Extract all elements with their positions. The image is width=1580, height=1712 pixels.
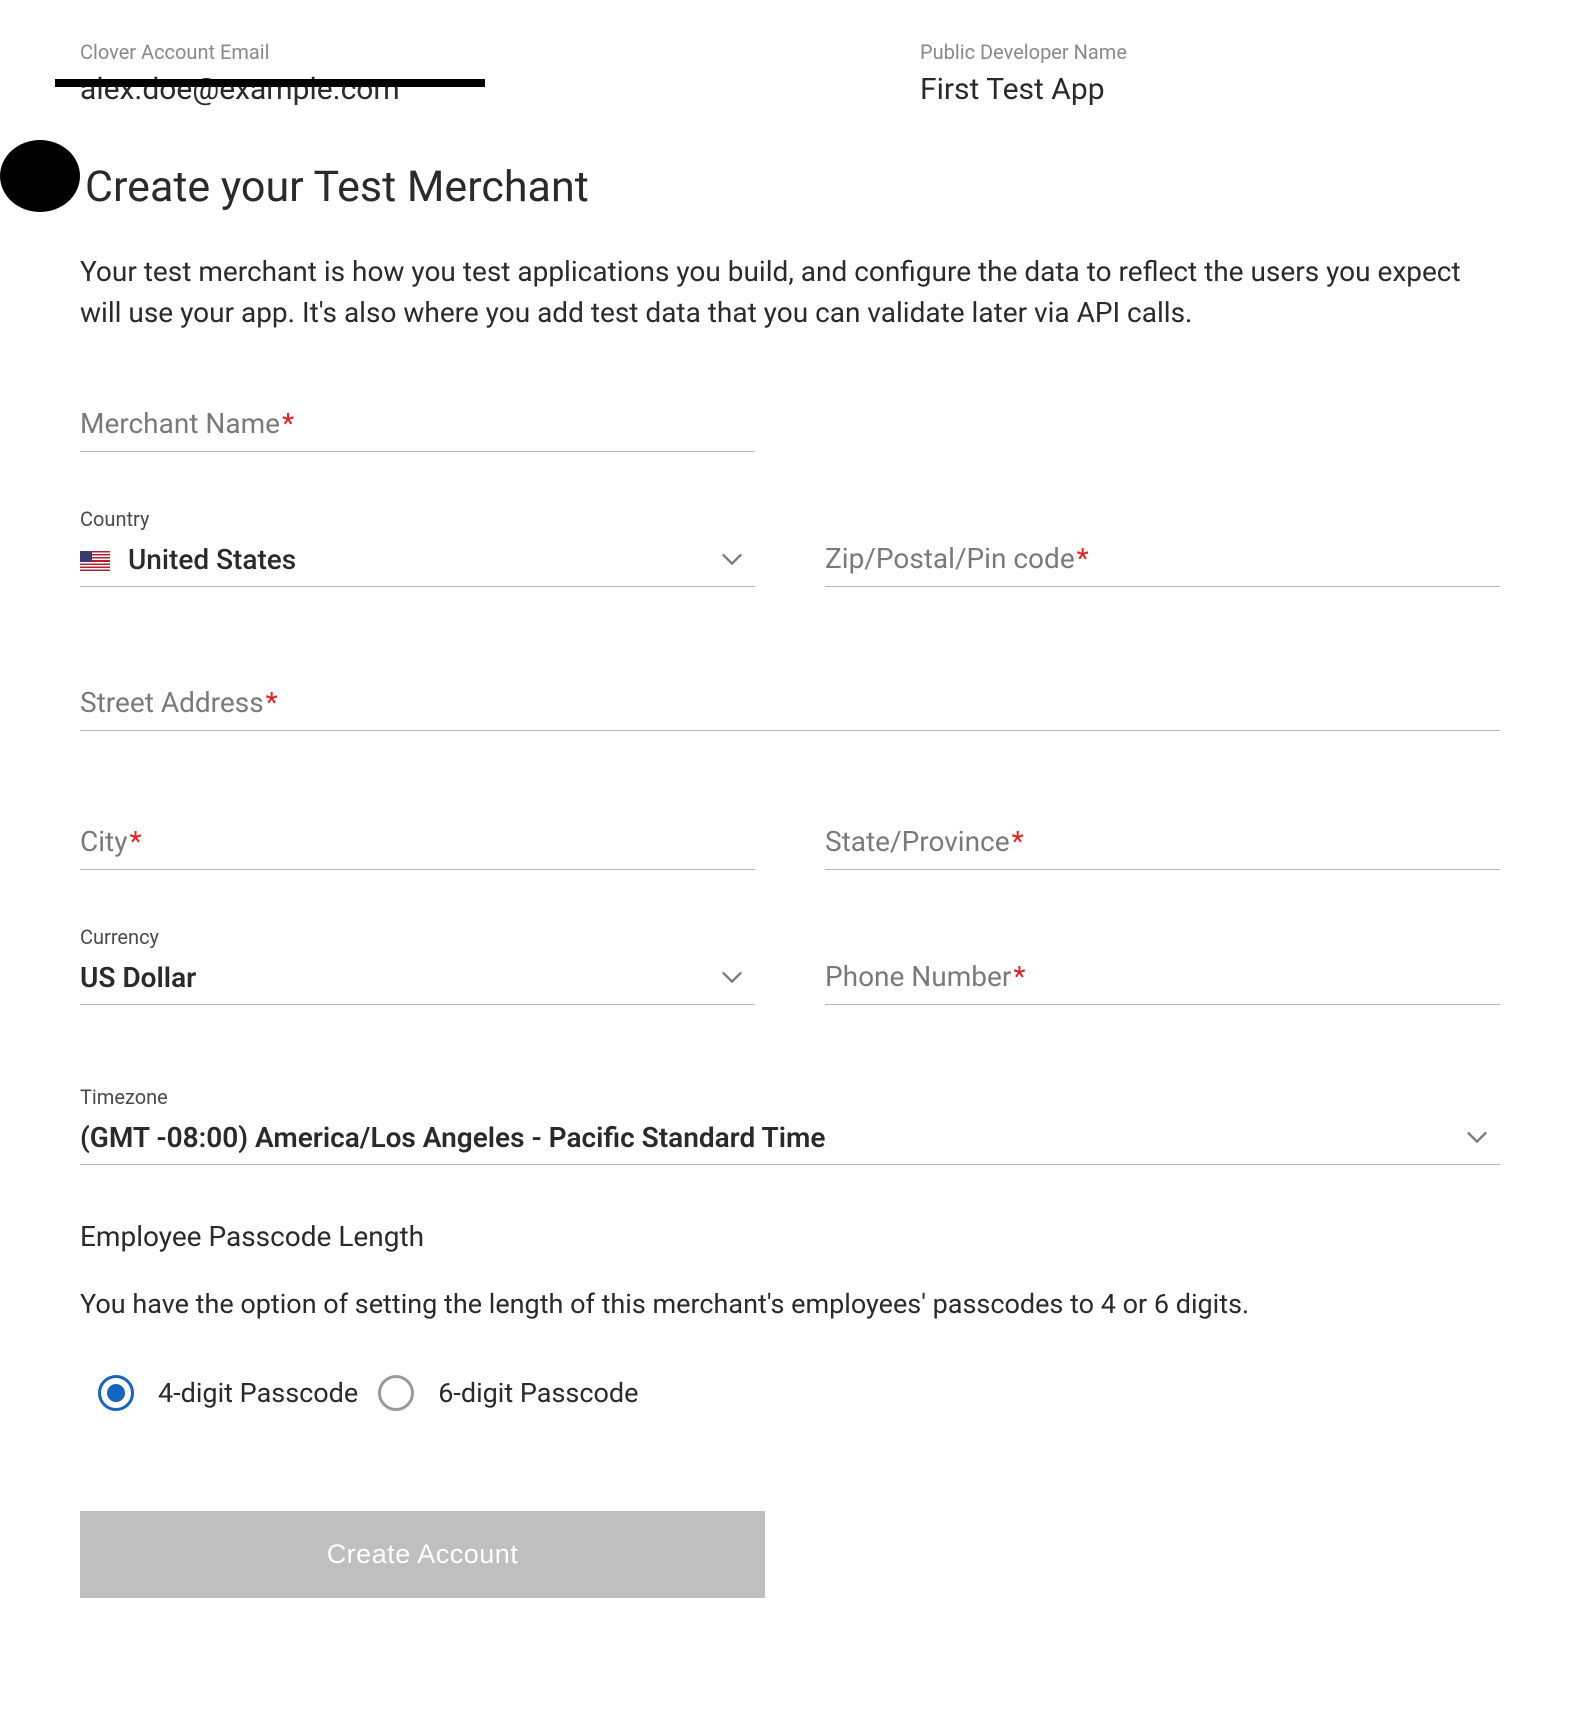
create-account-button[interactable]: Create Account — [80, 1511, 765, 1598]
passcode-4digit-label: 4-digit Passcode — [158, 1377, 358, 1409]
phone-input[interactable] — [825, 956, 1500, 1005]
page-description: Your test merchant is how you test appli… — [80, 252, 1500, 333]
currency-select[interactable]: US Dollar — [80, 955, 755, 1005]
header-row: Clover Account Email alex.doe@example.co… — [80, 40, 1500, 107]
passcode-section-title: Employee Passcode Length — [80, 1220, 1500, 1253]
timezone-label: Timezone — [80, 1085, 1500, 1109]
country-field: Country United States — [80, 507, 755, 587]
chevron-down-icon — [721, 969, 743, 988]
zip-input[interactable] — [825, 538, 1500, 587]
devname-label: Public Developer Name — [920, 40, 1420, 64]
header-devname-col: Public Developer Name First Test App — [920, 40, 1420, 107]
currency-value: US Dollar — [80, 961, 196, 994]
city-field: City* — [80, 821, 755, 870]
radio-icon — [378, 1375, 414, 1411]
passcode-6digit-label: 6-digit Passcode — [438, 1377, 638, 1409]
zip-field: Zip/Postal/Pin code* — [825, 538, 1500, 587]
chevron-down-icon — [1466, 1129, 1488, 1148]
city-input[interactable] — [80, 821, 755, 870]
timezone-field: Timezone (GMT -08:00) America/Los Angele… — [80, 1085, 1500, 1165]
passcode-6digit-option[interactable]: 6-digit Passcode — [378, 1375, 638, 1411]
state-field: State/Province* — [825, 821, 1500, 870]
redaction-bar — [55, 79, 485, 87]
country-label: Country — [80, 507, 755, 531]
state-input[interactable] — [825, 821, 1500, 870]
phone-field: Phone Number* — [825, 956, 1500, 1005]
country-value: United States — [128, 543, 296, 576]
page-container: Clover Account Email alex.doe@example.co… — [80, 40, 1500, 1598]
redaction-blob — [0, 140, 80, 212]
street-field: Street Address* — [80, 682, 1500, 731]
header-email-col: Clover Account Email alex.doe@example.co… — [80, 40, 580, 107]
chevron-down-icon — [721, 551, 743, 570]
currency-label: Currency — [80, 925, 755, 949]
merchant-name-input[interactable] — [80, 403, 755, 452]
passcode-radio-group: 4-digit Passcode 6-digit Passcode — [98, 1375, 1500, 1411]
passcode-4digit-option[interactable]: 4-digit Passcode — [98, 1375, 358, 1411]
create-merchant-form: Merchant Name* Country United States — [80, 403, 1500, 1598]
timezone-value: (GMT -08:00) America/Los Angeles - Pacif… — [80, 1121, 825, 1154]
page-title: Create your Test Merchant — [85, 162, 1500, 212]
devname-value: First Test App — [920, 72, 1420, 107]
timezone-select[interactable]: (GMT -08:00) America/Los Angeles - Pacif… — [80, 1115, 1500, 1165]
country-select[interactable]: United States — [80, 537, 755, 587]
radio-icon — [98, 1375, 134, 1411]
currency-field: Currency US Dollar — [80, 925, 755, 1005]
us-flag-icon — [80, 551, 110, 571]
street-input[interactable] — [80, 682, 1500, 731]
merchant-name-field: Merchant Name* — [80, 403, 755, 452]
passcode-section-desc: You have the option of setting the lengt… — [80, 1288, 1500, 1320]
email-value: alex.doe@example.com — [80, 72, 580, 107]
email-label: Clover Account Email — [80, 40, 580, 64]
